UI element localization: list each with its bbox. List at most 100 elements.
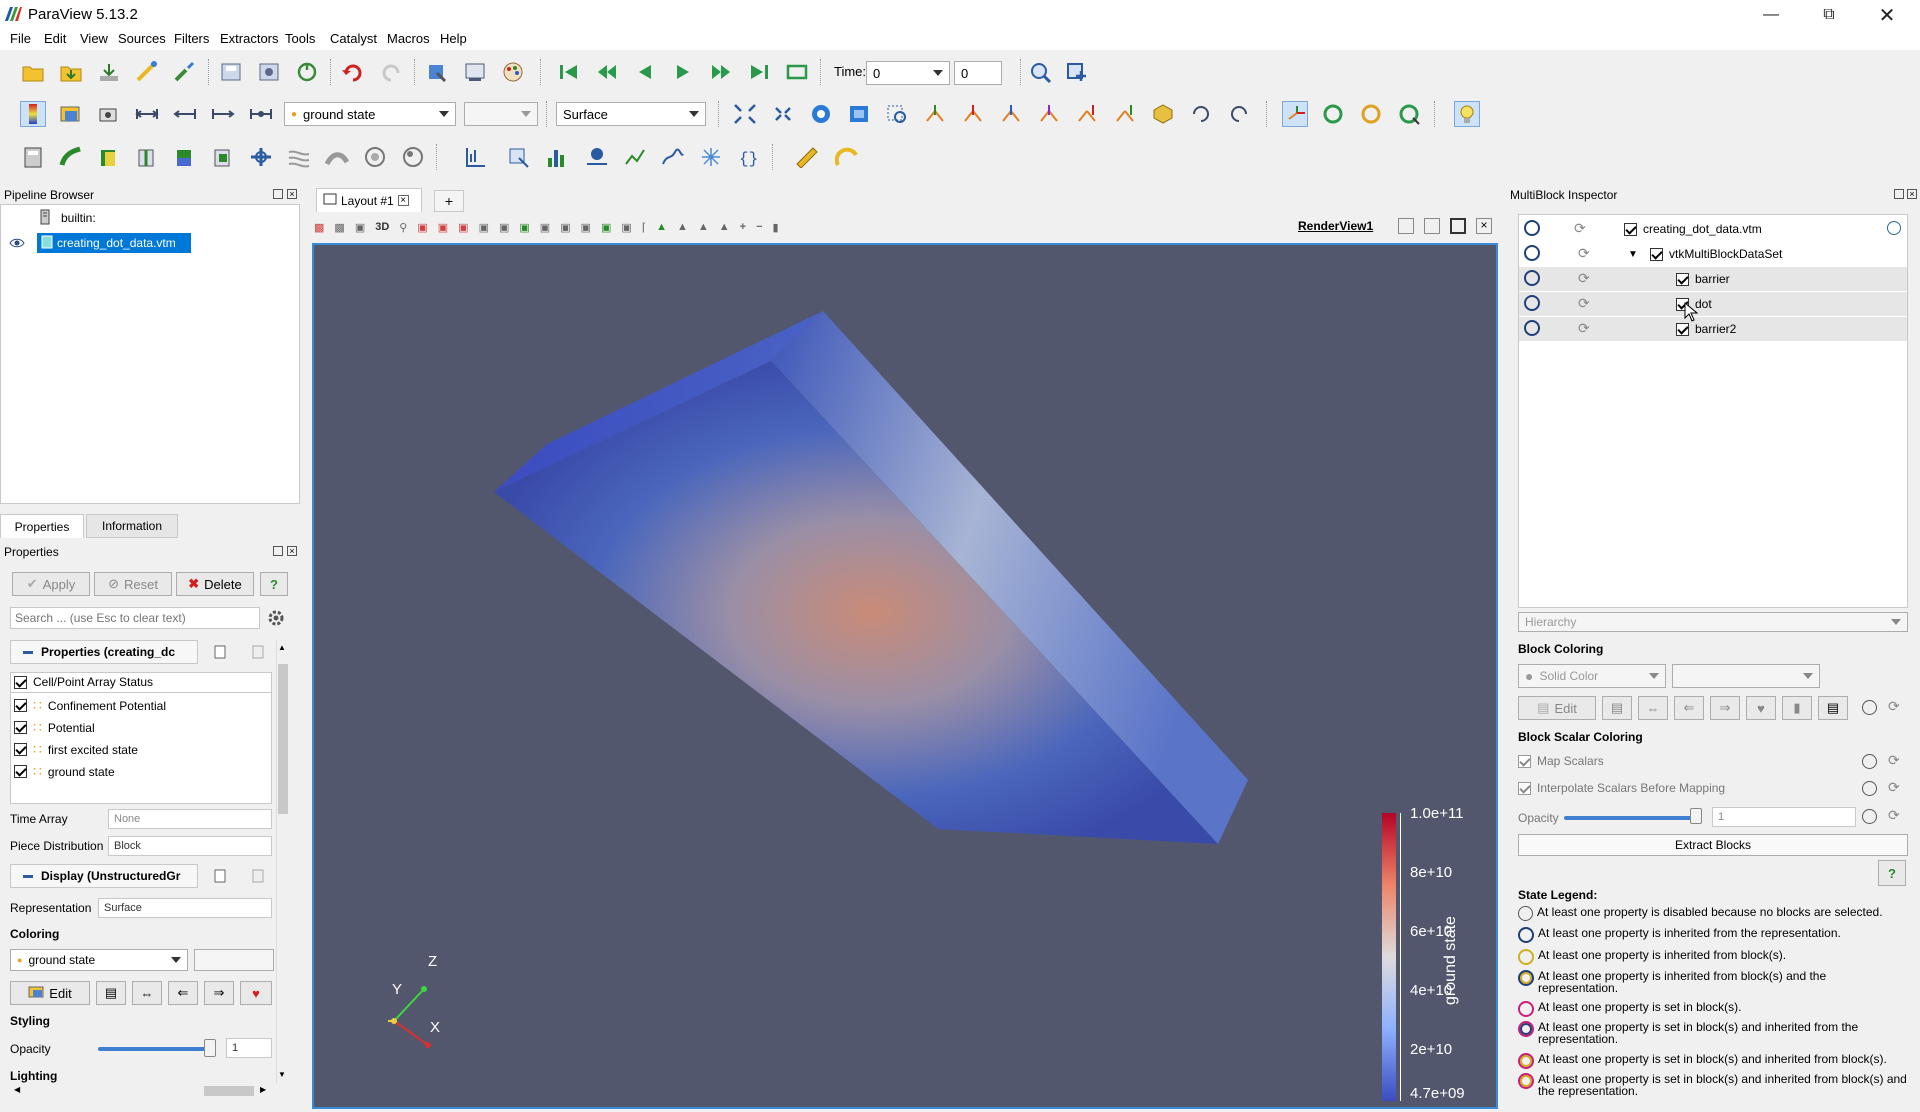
close-window-button[interactable]: ✕	[1860, 0, 1914, 30]
save-state-icon[interactable]	[218, 59, 244, 85]
select-cells-through-icon[interactable]: ▣	[458, 221, 468, 234]
layout-tab[interactable]: Layout #1 ×	[316, 188, 422, 212]
rescale-range-icon[interactable]	[134, 101, 160, 127]
block-opacity-slider-handle[interactable]	[1690, 808, 1702, 824]
pick-center-icon[interactable]	[1396, 101, 1422, 127]
open-file-icon[interactable]	[20, 59, 46, 85]
selected-blocks-filter-icon[interactable]	[1887, 221, 1901, 235]
plot-over-line-icon[interactable]	[462, 144, 488, 170]
rotate-plus-90-icon[interactable]	[1188, 101, 1214, 127]
protractor-icon[interactable]	[834, 144, 860, 170]
save-screenshot-icon[interactable]	[256, 59, 282, 85]
select-points-through-icon[interactable]: ▣	[479, 221, 489, 234]
view-minus-y-icon[interactable]	[1036, 101, 1062, 127]
view-mode-combo[interactable]: Hierarchy	[1518, 612, 1908, 632]
add-selection-icon[interactable]: +	[740, 221, 746, 233]
menu-extractors[interactable]: Extractors	[220, 31, 279, 46]
h-scroll-thumb[interactable]	[204, 1086, 254, 1096]
state-circle-icon[interactable]	[1862, 781, 1877, 796]
close-panel-icon[interactable]: ×	[287, 546, 297, 556]
edit-selection-icon[interactable]: ⌈	[642, 221, 646, 234]
state-circle-icon[interactable]	[1862, 700, 1877, 715]
histogram-icon[interactable]	[544, 144, 570, 170]
tree-item-root[interactable]: creating_dot_data.vtm	[1624, 222, 1762, 236]
block-visibility-checkbox[interactable]	[1650, 247, 1663, 261]
menu-tools[interactable]: Tools	[285, 31, 315, 46]
section-properties-header[interactable]: Properties (creating_dc	[10, 640, 198, 664]
menu-edit[interactable]: Edit	[44, 31, 66, 46]
reset-camera-icon[interactable]	[732, 101, 758, 127]
coloring-combo[interactable]: ● ground state	[10, 949, 188, 971]
slice-along-axis-icon[interactable]	[698, 144, 724, 170]
interpolate-scalars-row[interactable]: Interpolate Scalars Before Mapping	[1518, 781, 1725, 795]
block-visibility-checkbox[interactable]	[1624, 222, 1637, 236]
representation-combo[interactable]: Surface	[556, 102, 706, 126]
extract-selection-icon[interactable]: ▲	[677, 221, 688, 233]
block-preset-button[interactable]: ♥	[1746, 696, 1776, 720]
connect-icon[interactable]	[134, 59, 160, 85]
show-orientation-axes-icon[interactable]	[1282, 101, 1308, 127]
python-shell-icon[interactable]	[462, 59, 488, 85]
ruler-icon[interactable]	[794, 144, 820, 170]
reset-session-icon[interactable]	[294, 59, 320, 85]
reset-button[interactable]: ⊘ Reset	[94, 572, 172, 596]
zoom-to-box-icon[interactable]	[1064, 59, 1090, 85]
view-plus-x-icon[interactable]	[922, 101, 948, 127]
next-frame-icon[interactable]	[708, 59, 734, 85]
close-view-icon[interactable]: ×	[1476, 218, 1492, 234]
hover-cells-icon[interactable]: ▣	[581, 221, 591, 234]
plot-selection-icon[interactable]: ▲	[698, 221, 709, 233]
rotate-minus-90-icon[interactable]	[1226, 101, 1252, 127]
view-minus-x-icon[interactable]	[960, 101, 986, 127]
redo-icon[interactable]	[378, 59, 404, 85]
close-tab-icon[interactable]: ×	[397, 195, 409, 206]
array-row[interactable]: ∷ Confinement Potential	[14, 697, 166, 714]
edit-colormap-button[interactable]: Edit	[10, 981, 90, 1005]
subtract-selection-icon[interactable]: −	[756, 221, 762, 233]
color-by-combo[interactable]: ● ground state	[284, 102, 456, 126]
scroll-thumb[interactable]	[278, 664, 288, 814]
color-legend-bar[interactable]	[1382, 813, 1396, 1101]
select-block-icon[interactable]: ▣	[519, 221, 529, 234]
component-combo[interactable]	[464, 102, 538, 126]
rescale-visible-button[interactable]: ⇒	[204, 981, 234, 1005]
find-data-icon[interactable]	[424, 59, 450, 85]
previous-frame-icon[interactable]	[594, 59, 620, 85]
state-circle-icon[interactable]	[1862, 809, 1877, 824]
array-checkbox[interactable]	[14, 699, 27, 712]
reset-center-icon[interactable]	[1358, 101, 1384, 127]
color-palette-icon[interactable]	[500, 59, 526, 85]
view-minus-z-icon[interactable]	[1112, 101, 1138, 127]
stream-tracer-icon[interactable]	[286, 144, 312, 170]
time-combo[interactable]: 0	[866, 61, 950, 85]
eye-visible-icon[interactable]	[9, 237, 25, 252]
close-panel-icon[interactable]: ×	[287, 189, 297, 199]
shrink-selection-icon[interactable]: ▣	[621, 221, 631, 234]
advanced-settings-gear-icon[interactable]	[266, 608, 286, 628]
split-view-icon[interactable]: ▩	[314, 221, 324, 234]
copy-properties-icon[interactable]	[210, 642, 230, 662]
tree-item-multiblock[interactable]: vtkMultiBlockDataSet	[1650, 247, 1782, 261]
state-circle-icon[interactable]	[1524, 245, 1540, 261]
opacity-slider-track[interactable]	[98, 1047, 214, 1051]
tree-item-barrier[interactable]: barrier	[1676, 272, 1730, 286]
calculator-icon[interactable]	[20, 144, 46, 170]
block-rescale-visible-button[interactable]: ⇒	[1710, 696, 1740, 720]
scroll-up-icon[interactable]: ▲	[278, 643, 286, 652]
zoom-to-data-icon[interactable]	[1028, 59, 1054, 85]
inspector-help-button[interactable]: ?	[1878, 860, 1906, 886]
edit-color-map-icon[interactable]	[58, 101, 84, 127]
reset-state-icon[interactable]: ⟳	[1578, 320, 1590, 337]
scroll-down-icon[interactable]: ▼	[278, 1070, 286, 1079]
array-checkbox[interactable]	[14, 721, 27, 734]
clear-selection-icon[interactable]: ▮	[773, 221, 779, 234]
show-labels-icon[interactable]: ▲	[719, 221, 730, 233]
find-icon[interactable]: ▲	[656, 221, 667, 233]
piece-distribution-combo[interactable]: Block	[108, 836, 272, 856]
probe-location-icon[interactable]	[506, 144, 532, 170]
array-checkbox[interactable]	[14, 765, 27, 778]
select-all-checkbox[interactable]	[14, 675, 27, 689]
copy-display-icon[interactable]	[210, 866, 230, 886]
plot-selection-over-time-icon[interactable]	[660, 144, 686, 170]
glyph-icon[interactable]	[248, 144, 274, 170]
